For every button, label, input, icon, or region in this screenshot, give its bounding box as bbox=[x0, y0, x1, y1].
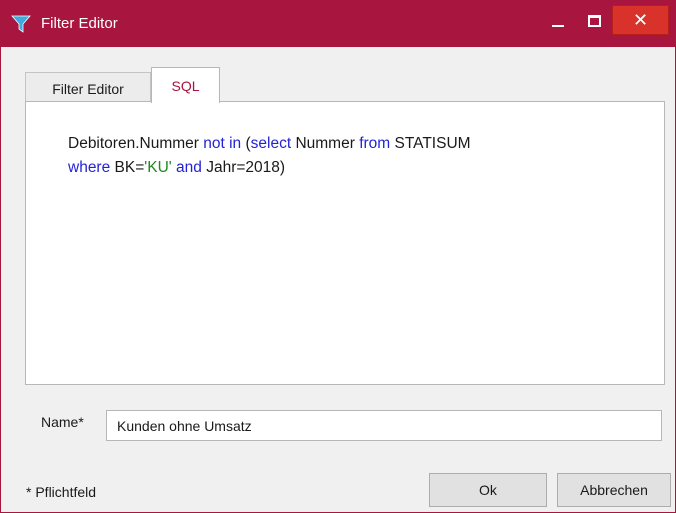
minimize-icon bbox=[552, 25, 564, 27]
tab-filter-editor[interactable]: Filter Editor bbox=[25, 72, 151, 102]
ok-button[interactable]: Ok bbox=[429, 473, 547, 507]
sql-editor-panel[interactable]: Debitoren.Nummer not in (select Nummer f… bbox=[25, 101, 665, 385]
name-field-label: Name* bbox=[41, 414, 84, 430]
maximize-icon bbox=[587, 15, 601, 27]
sql-query-text[interactable]: Debitoren.Nummer not in (select Nummer f… bbox=[68, 132, 648, 180]
cancel-button[interactable]: Abbrechen bbox=[557, 473, 671, 507]
sql-keyword: where bbox=[68, 159, 111, 176]
maximize-button[interactable] bbox=[577, 7, 611, 35]
filter-funnel-icon bbox=[11, 14, 31, 34]
sql-string-literal: 'KU' bbox=[144, 159, 172, 176]
title-bar[interactable]: Filter Editor ✕ bbox=[1, 1, 675, 47]
sql-token: Jahr=2018) bbox=[201, 159, 286, 176]
filter-editor-window: Filter Editor ✕ Filter Editor SQL Debito… bbox=[0, 0, 676, 513]
sql-token: BK= bbox=[110, 159, 145, 176]
sql-keyword: select bbox=[250, 135, 292, 152]
close-button[interactable]: ✕ bbox=[612, 5, 669, 35]
close-icon: ✕ bbox=[632, 9, 649, 31]
sql-keyword: and bbox=[176, 159, 202, 176]
required-field-note: * Pflichtfeld bbox=[26, 484, 97, 500]
name-input[interactable] bbox=[106, 410, 662, 441]
tab-strip: Filter Editor SQL bbox=[25, 67, 665, 103]
sql-keyword: not in bbox=[203, 135, 242, 152]
window-title: Filter Editor bbox=[41, 15, 118, 32]
sql-token: ( bbox=[241, 135, 251, 152]
tab-sql[interactable]: SQL bbox=[151, 67, 220, 103]
sql-token: Nummer bbox=[291, 135, 360, 152]
sql-keyword: from bbox=[359, 135, 391, 152]
sql-token: STATISUM bbox=[390, 135, 471, 152]
minimize-button[interactable] bbox=[541, 7, 575, 35]
sql-token: Debitoren.Nummer bbox=[68, 135, 204, 152]
